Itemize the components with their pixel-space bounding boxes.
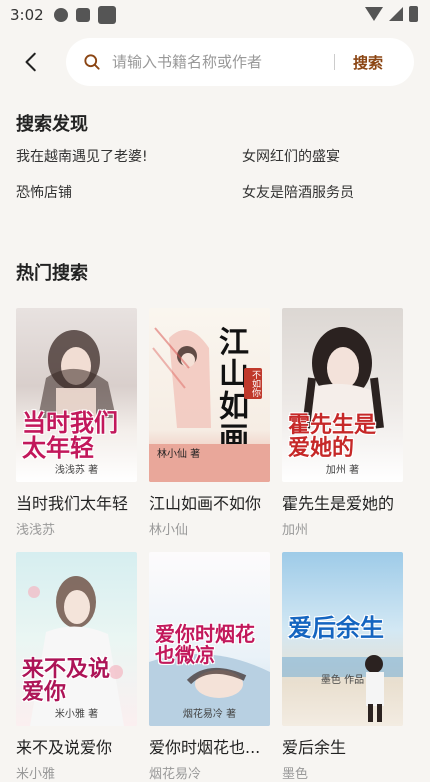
search-icon: [82, 52, 102, 72]
book-author: 加州: [282, 523, 309, 538]
app-a-icon: [75, 8, 90, 22]
cover-title: 爱后余生: [288, 612, 384, 642]
status-right-icons: [365, 6, 418, 22]
book-card[interactable]: 当时我们太年轻 浅浅苏 著 当时我们太年轻 浅浅苏: [16, 308, 137, 538]
notification-icon: [53, 8, 68, 22]
book-author: 墨色: [282, 767, 309, 782]
book-cover: 霍先生是爱她的 加州 著: [282, 308, 403, 482]
search-box[interactable]: 搜索: [66, 38, 414, 86]
book-title: 爱你时烟花也...: [149, 738, 261, 757]
search-input[interactable]: [112, 53, 332, 71]
top-bar: 搜索: [0, 38, 430, 86]
cover-seal: 不如你: [244, 368, 262, 399]
book-title: 江山如画不如你: [149, 494, 262, 513]
book-card[interactable]: 霍先生是爱她的 加州 著 霍先生是爱她的 加州: [282, 308, 403, 538]
cover-title: 当时我们太年轻: [22, 407, 118, 462]
battery-icon: [409, 6, 418, 22]
book-cover: 爱你时烟花也微凉 烟花易冷 著: [149, 552, 270, 726]
book-title: 霍先生是爱她的: [282, 494, 395, 513]
book-cover: 当时我们太年轻 浅浅苏 著: [16, 308, 137, 482]
book-author: 林小仙: [149, 523, 189, 538]
book-author: 烟花易冷: [149, 767, 202, 782]
signal-icon: [389, 7, 403, 21]
search-button[interactable]: 搜索: [353, 52, 383, 73]
cover-author: 米小雅 著: [54, 709, 99, 720]
cover-author: 加州 著: [325, 465, 360, 476]
chevron-left-icon: [25, 52, 36, 72]
book-cover: 江山如画 不如你 林小仙 著: [149, 308, 270, 482]
discover-item[interactable]: 我在越南遇见了老婆!: [16, 146, 148, 166]
book-card[interactable]: 江山如画 不如你 林小仙 著 江山如画不如你 林小仙: [149, 308, 270, 538]
search-divider: [334, 54, 335, 70]
discover-item[interactable]: 女友是陪酒服务员: [242, 182, 354, 202]
cover-title: 来不及说爱你: [22, 655, 111, 705]
book-author: 米小雅: [16, 767, 56, 782]
cover-author: 浅浅苏 著: [54, 465, 99, 476]
cover-author: 林小仙 著: [157, 449, 201, 460]
book-title: 当时我们太年轻: [16, 494, 129, 513]
wifi-icon: [365, 7, 383, 21]
cover-author: 墨色 作品: [320, 675, 365, 686]
discover-item[interactable]: 恐怖店铺: [16, 182, 72, 202]
back-button[interactable]: [14, 44, 50, 80]
app-square-icon: [97, 6, 116, 24]
status-time: 3:02: [10, 6, 44, 24]
discover-title: 搜索发现: [16, 114, 88, 135]
discover-item[interactable]: 女网红们的盛宴: [242, 146, 340, 166]
book-author: 浅浅苏: [16, 523, 56, 538]
book-title: 爱后余生: [282, 738, 347, 757]
book-title: 来不及说爱你: [16, 738, 113, 757]
book-cover: 来不及说爱你 米小雅 著: [16, 552, 137, 726]
book-card[interactable]: 爱你时烟花也微凉 烟花易冷 著 爱你时烟花也... 烟花易冷: [149, 552, 270, 782]
hot-title: 热门搜索: [16, 263, 88, 284]
book-card[interactable]: 来不及说爱你 米小雅 著 来不及说爱你 米小雅: [16, 552, 137, 782]
cover-title: 爱你时烟花也微凉: [155, 622, 255, 667]
cover-title: 霍先生是爱她的: [288, 411, 377, 461]
status-bar: 3:02: [0, 0, 430, 30]
book-cover: 爱后余生 墨色 作品: [282, 552, 403, 726]
book-card[interactable]: 爱后余生 墨色 作品 爱后余生 墨色: [282, 552, 403, 782]
cover-author: 烟花易冷 著: [182, 709, 237, 720]
